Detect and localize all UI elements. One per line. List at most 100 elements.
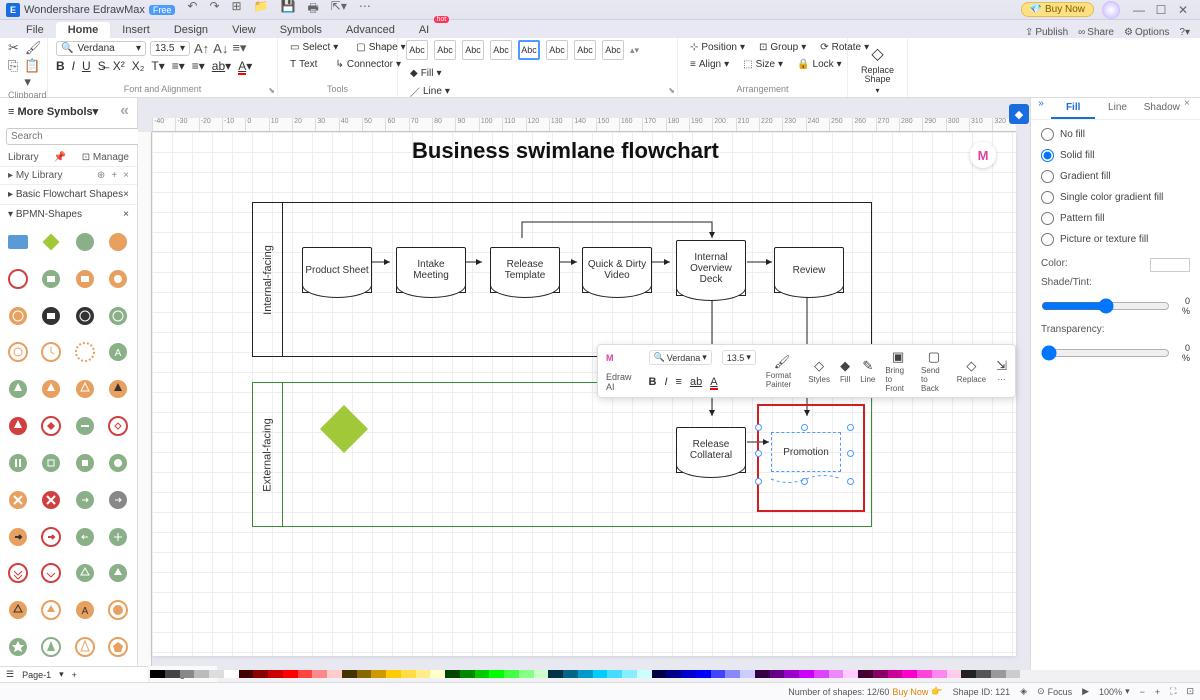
shape-item[interactable] <box>6 488 30 512</box>
style-preset[interactable]: Abc <box>602 40 624 60</box>
help-icon[interactable]: ?▾ <box>1179 27 1190 38</box>
float-format-painter[interactable]: 🖌Format Painter <box>766 354 798 389</box>
shape-item[interactable] <box>6 598 30 622</box>
style-preset[interactable]: Abc <box>406 40 428 60</box>
add-lib-icon[interactable]: ⊕ <box>97 170 105 181</box>
shape-item[interactable] <box>106 488 130 512</box>
shape-item[interactable] <box>73 414 97 438</box>
close-button[interactable]: ✕ <box>1176 3 1190 17</box>
replace-shape-button[interactable]: ◇ Replace Shape ▾ <box>856 40 899 99</box>
ai-assistant-icon[interactable]: M <box>970 142 996 168</box>
shape-item[interactable] <box>39 304 63 328</box>
expand-panel-icon[interactable]: » <box>1031 98 1051 119</box>
shape-diamond[interactable] <box>39 230 63 254</box>
save-icon[interactable]: 💾 <box>281 0 296 20</box>
shape-item[interactable] <box>6 525 30 549</box>
paste-icon[interactable]: 📋▾ <box>24 58 41 90</box>
text-case-icon[interactable]: T▾ <box>151 59 164 73</box>
shape-item[interactable] <box>106 304 130 328</box>
subscript-icon[interactable]: X₂ <box>132 59 145 73</box>
shape-release-collateral[interactable]: Release Collateral <box>676 427 746 473</box>
shape-item[interactable] <box>106 525 130 549</box>
font-dialog-launcher[interactable]: ⬊ <box>268 86 275 95</box>
fill-tool-icon[interactable]: ◆ <box>1009 104 1029 124</box>
status-buy-link[interactable]: Buy Now <box>892 687 928 697</box>
strike-icon[interactable]: S̶ <box>98 59 106 73</box>
shape-item[interactable] <box>106 561 130 585</box>
minimize-button[interactable]: — <box>1132 3 1146 17</box>
opt-no-fill[interactable]: No fill <box>1041 128 1190 141</box>
more-qat-icon[interactable]: ⋯ <box>359 0 371 20</box>
publish-button[interactable]: ⇪ Publish <box>1025 27 1068 38</box>
shape-item[interactable]: A <box>73 598 97 622</box>
float-send-back[interactable]: ▢Send to Back <box>921 349 947 393</box>
shape-item[interactable] <box>73 561 97 585</box>
shape-item[interactable] <box>73 340 97 364</box>
float-bold[interactable]: B <box>649 376 657 388</box>
shape-item[interactable] <box>6 267 30 291</box>
selected-shape-promotion[interactable]: Promotion <box>757 404 865 512</box>
bullets-icon[interactable]: ≡▾ <box>172 59 185 73</box>
highlight-icon[interactable]: ab▾ <box>212 59 231 73</box>
copy-icon[interactable]: ⎘ <box>8 58 18 90</box>
shape-circle[interactable] <box>73 230 97 254</box>
diagram-title[interactable]: Business swimlane flowchart <box>412 138 719 164</box>
color-picker[interactable] <box>1150 258 1190 272</box>
float-styles[interactable]: ◇Styles <box>808 358 830 384</box>
float-fill[interactable]: ◆Fill <box>840 358 850 384</box>
tab-file[interactable]: File <box>14 22 56 38</box>
position-menu[interactable]: ⊹ Position▾ <box>686 40 749 55</box>
shape-product-sheet[interactable]: Product Sheet <box>302 247 372 293</box>
shape-release-template[interactable]: Release Template <box>490 247 560 293</box>
opt-single-gradient[interactable]: Single color gradient fill <box>1041 191 1190 204</box>
font-family-select[interactable]: 🔍 Verdana ▾ <box>56 41 146 56</box>
export-icon[interactable]: ⇱▾ <box>331 0 347 20</box>
shape-item[interactable] <box>6 304 30 328</box>
shape-rect[interactable] <box>6 230 30 254</box>
lock-menu[interactable]: 🔒 Lock▾ <box>793 57 846 72</box>
style-preset-selected[interactable]: Abc <box>518 40 540 60</box>
status-focus[interactable]: ⊙ Focus <box>1037 686 1072 697</box>
tab-symbols[interactable]: Symbols <box>268 22 334 38</box>
tab-line[interactable]: Line <box>1095 98 1139 119</box>
opt-gradient-fill[interactable]: Gradient fill <box>1041 170 1190 183</box>
style-preset[interactable]: Abc <box>546 40 568 60</box>
float-line[interactable]: ✎Line <box>860 358 875 384</box>
page-menu-icon[interactable]: ▾ <box>59 669 64 680</box>
maximize-button[interactable]: ☐ <box>1154 3 1168 17</box>
shape-item[interactable] <box>6 451 30 475</box>
shape-item[interactable] <box>39 377 63 401</box>
shape-item[interactable] <box>39 451 63 475</box>
fit-page-icon[interactable]: ⛶ <box>1170 686 1176 697</box>
manage-button[interactable]: ⊡ Manage <box>82 152 129 163</box>
shape-item[interactable] <box>6 635 30 659</box>
float-more[interactable]: ⇲⋯ <box>996 358 1007 384</box>
float-underline[interactable]: ab <box>690 376 702 388</box>
bold-icon[interactable]: B <box>56 59 65 73</box>
decrease-font-icon[interactable]: A↓ <box>213 41 228 56</box>
shape-item[interactable] <box>6 414 30 438</box>
align-menu[interactable]: ≡ Align▾ <box>686 57 733 72</box>
collapse-panel-icon[interactable]: « <box>120 102 129 120</box>
tab-shadow[interactable]: Shadow <box>1140 98 1184 119</box>
shape-item[interactable] <box>73 451 97 475</box>
zoom-in-icon[interactable]: + <box>1155 687 1160 697</box>
shape-item[interactable] <box>73 635 97 659</box>
group-menu[interactable]: ⊡ Group▾ <box>755 40 810 55</box>
close-lib-icon[interactable]: × <box>123 170 129 181</box>
options-button[interactable]: ⚙ Options <box>1124 27 1169 38</box>
float-italic[interactable]: I <box>664 376 667 388</box>
shape-item[interactable] <box>106 598 130 622</box>
shape-review[interactable]: Review <box>774 247 844 293</box>
opt-picture-fill[interactable]: Picture or texture fill <box>1041 233 1190 246</box>
section-bpmn[interactable]: ▾ BPMN-Shapes× <box>0 204 137 224</box>
shape-item[interactable] <box>106 414 130 438</box>
float-align[interactable]: ≡ <box>676 376 682 388</box>
tab-fill[interactable]: Fill <box>1051 98 1095 119</box>
shape-item[interactable] <box>6 561 30 585</box>
shape-item[interactable] <box>106 451 130 475</box>
superscript-icon[interactable]: X² <box>113 59 125 73</box>
opt-pattern-fill[interactable]: Pattern fill <box>1041 212 1190 225</box>
search-input[interactable] <box>6 128 148 145</box>
shade-slider[interactable] <box>1041 298 1170 314</box>
